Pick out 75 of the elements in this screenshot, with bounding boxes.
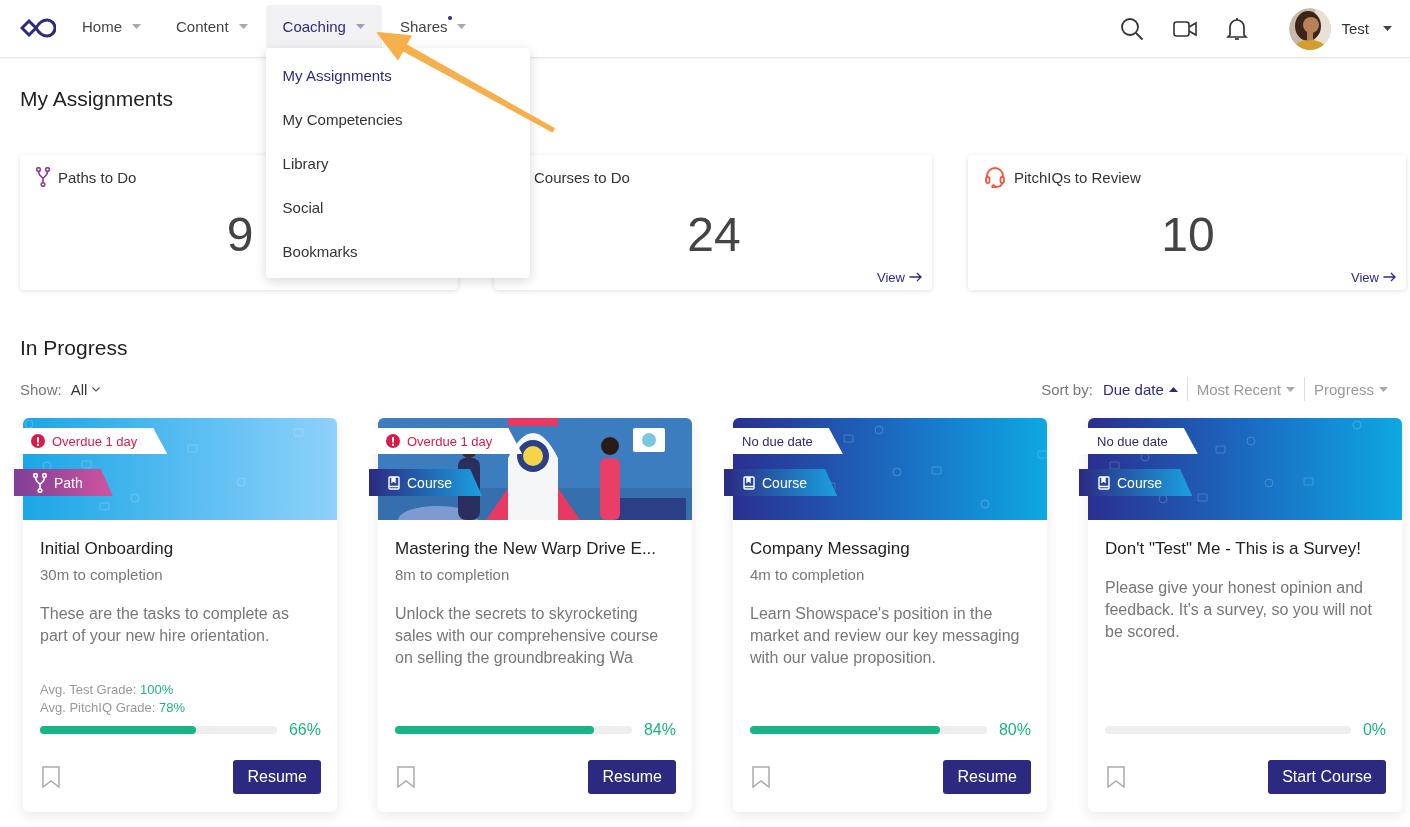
bookmark-icon[interactable] bbox=[752, 766, 770, 788]
course-description: Please give your honest opinion and feedback. It's a survey, so you will not be scored. bbox=[1105, 578, 1373, 642]
type-ribbon: Course bbox=[724, 469, 838, 496]
type-ribbon: Course bbox=[1079, 469, 1193, 496]
book-icon bbox=[388, 475, 400, 490]
nav-tab[interactable]: Shares bbox=[382, 5, 484, 48]
bookmark-icon[interactable] bbox=[42, 766, 60, 788]
grade-text: Avg. Test Grade: 100% bbox=[40, 681, 175, 699]
fork-icon bbox=[36, 167, 50, 187]
course-title: Initial Onboarding bbox=[40, 538, 175, 560]
menu-item[interactable]: My Assignments bbox=[265, 54, 530, 98]
card-title: Courses to Do bbox=[534, 168, 630, 186]
bookmark-icon[interactable] bbox=[1107, 766, 1125, 788]
book-icon bbox=[743, 475, 755, 490]
course-description: These are the tasks to complete as part of your new hire orientation. bbox=[40, 604, 290, 646]
menu-item[interactable]: Social bbox=[265, 186, 530, 230]
menu-item[interactable]: Library bbox=[265, 142, 530, 186]
course-description: Unlock the secrets to skyrocketing sales with our comprehensive course on selling the groundbreaking Wa bbox=[395, 604, 660, 668]
course-title: Company Messaging bbox=[750, 538, 911, 560]
progress-percent: 80% bbox=[998, 721, 1031, 739]
progress-percent: 84% bbox=[643, 721, 676, 739]
section-heading: In Progress bbox=[20, 335, 129, 361]
course-title: Don't "Test" Me - This is a Survey! bbox=[1105, 538, 1362, 560]
caret-icon bbox=[1285, 386, 1295, 392]
card-title: PitchIQs to Review bbox=[1014, 168, 1141, 186]
progress-percent: 0% bbox=[1362, 721, 1386, 739]
nav-tab[interactable]: Home bbox=[65, 5, 158, 48]
view-link[interactable]: View bbox=[1351, 268, 1396, 286]
fork-icon bbox=[33, 472, 47, 493]
action-button[interactable]: Resume bbox=[233, 760, 321, 794]
caret-icon bbox=[457, 24, 467, 29]
sort-label: Sort by: bbox=[1041, 380, 1093, 398]
show-dropdown[interactable]: All bbox=[70, 380, 101, 398]
menu-item[interactable]: Bookmarks bbox=[265, 230, 530, 274]
user-menu[interactable]: Test bbox=[1341, 20, 1392, 37]
section-heading: My Assignments bbox=[20, 86, 174, 112]
course-title: Mastering the New Warp Drive E... bbox=[395, 538, 658, 560]
type-ribbon: Course bbox=[369, 469, 483, 496]
caret-icon bbox=[238, 24, 248, 29]
card-title: Paths to Do bbox=[58, 168, 137, 186]
caret-icon bbox=[1379, 386, 1388, 392]
caret-icon bbox=[132, 24, 141, 29]
duration-text: 30m to completion bbox=[40, 565, 164, 585]
arrow-icon bbox=[909, 272, 922, 282]
alert-icon bbox=[386, 434, 400, 448]
arrow-icon bbox=[1383, 272, 1396, 282]
nav-tab[interactable]: Content bbox=[159, 5, 265, 48]
caret-icon bbox=[355, 24, 365, 29]
count: 9 bbox=[226, 207, 254, 263]
alert-icon bbox=[31, 434, 45, 448]
bookmark-icon[interactable] bbox=[397, 766, 415, 788]
video-camera-icon[interactable] bbox=[1173, 19, 1198, 38]
headset-icon bbox=[984, 166, 1006, 188]
logo-icon bbox=[20, 18, 56, 38]
action-button[interactable]: Start Course bbox=[1268, 760, 1386, 794]
action-button[interactable]: Resume bbox=[588, 760, 676, 794]
count: 10 bbox=[1161, 207, 1215, 263]
course-description: Learn Showspace's position in the market and review our key messaging with our value proposition. bbox=[750, 604, 1021, 668]
search-icon[interactable] bbox=[1120, 16, 1145, 41]
grade-text: Avg. PitchIQ Grade: 78% bbox=[40, 699, 186, 717]
duration-text: 4m to completion bbox=[750, 565, 866, 585]
bell-icon[interactable] bbox=[1226, 16, 1249, 41]
action-button[interactable]: Resume bbox=[943, 760, 1031, 794]
type-ribbon: Path bbox=[14, 469, 113, 496]
caret-icon bbox=[1383, 26, 1392, 31]
book-icon bbox=[1098, 475, 1110, 490]
progress-percent: 66% bbox=[288, 721, 321, 739]
chevron-down-icon bbox=[92, 386, 101, 392]
filter-label: Show: bbox=[20, 380, 62, 398]
count: 24 bbox=[687, 207, 741, 263]
view-link[interactable]: View bbox=[877, 268, 922, 286]
menu-item[interactable]: My Competencies bbox=[265, 98, 530, 142]
caret-icon bbox=[1168, 386, 1178, 392]
duration-text: 8m to completion bbox=[395, 565, 511, 585]
sort-option[interactable]: Due date bbox=[1093, 380, 1187, 398]
